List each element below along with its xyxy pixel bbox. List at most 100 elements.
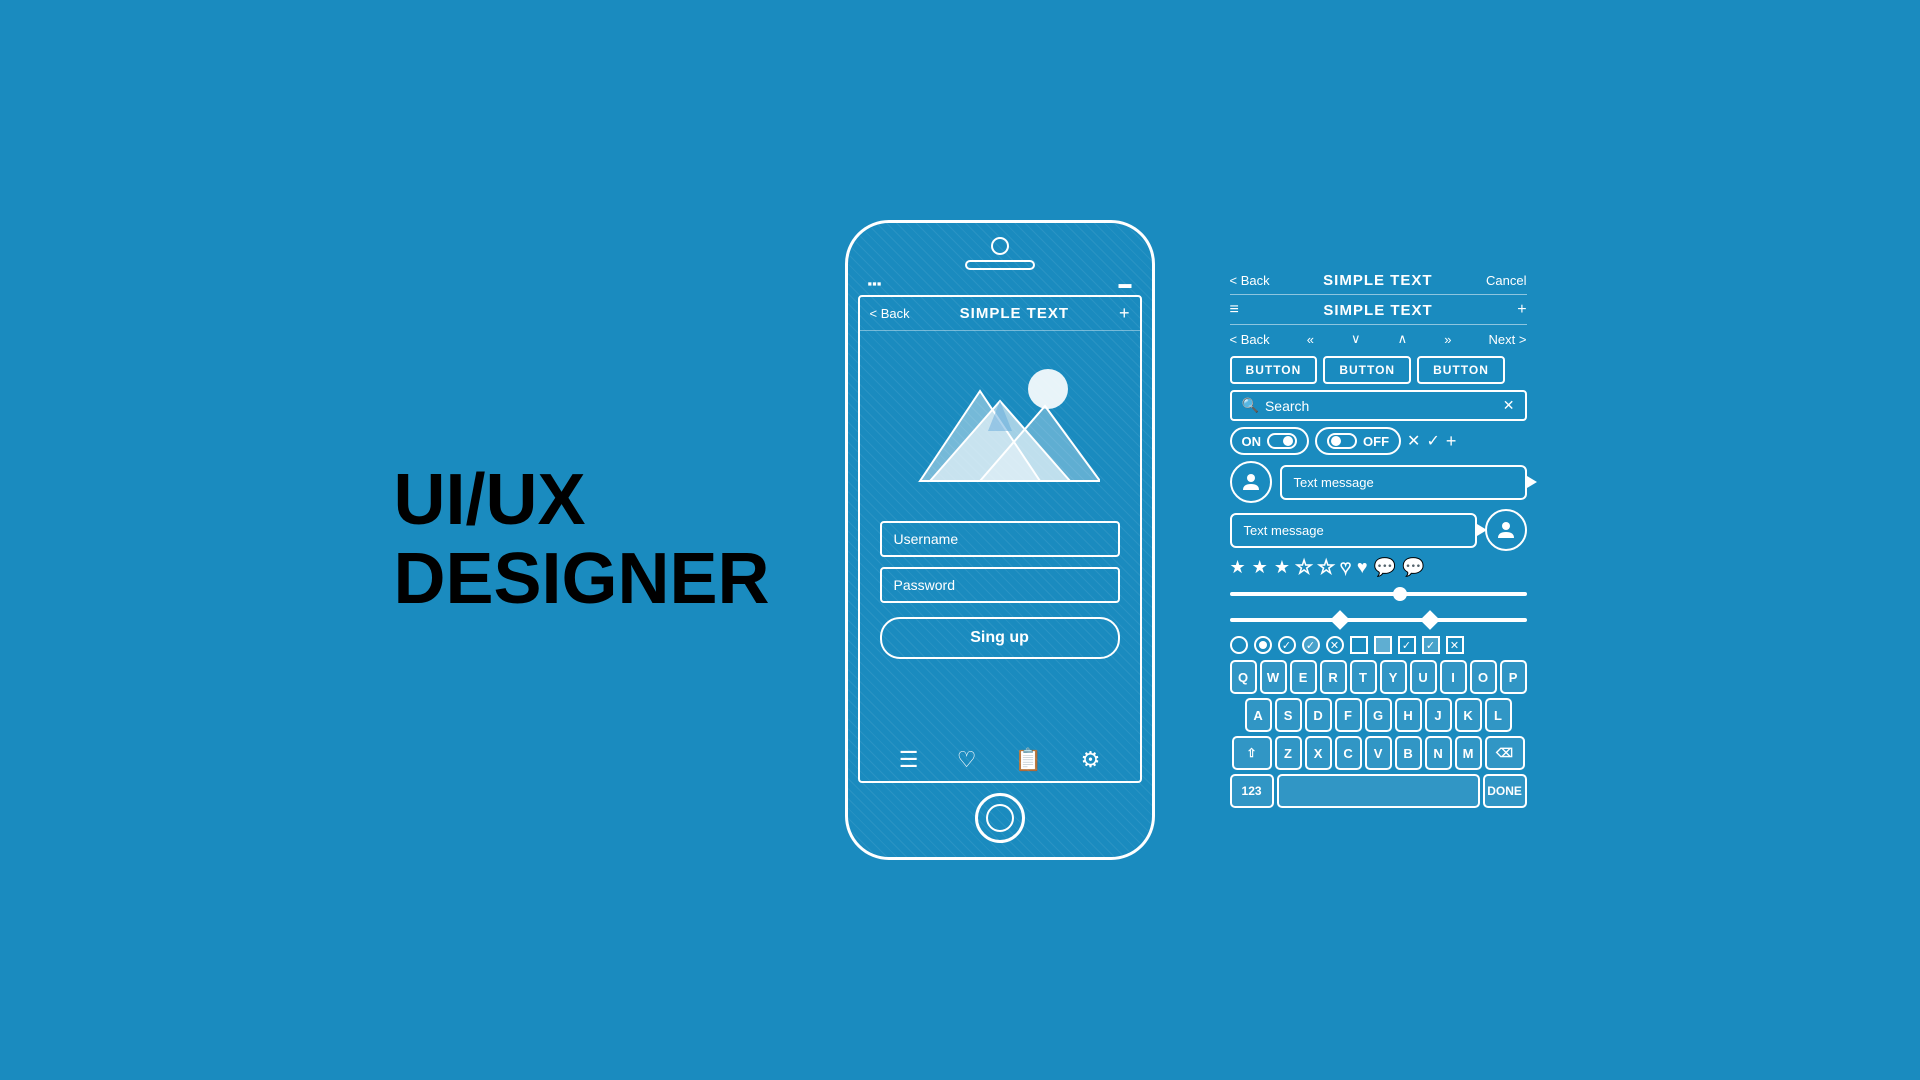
key-i[interactable]: I: [1440, 660, 1467, 694]
notes-icon[interactable]: 📋: [1015, 747, 1042, 773]
kit-search-text: Search: [1265, 398, 1309, 414]
slider-1-thumb[interactable]: [1393, 587, 1407, 601]
key-delete[interactable]: ⌫: [1485, 736, 1525, 770]
key-v[interactable]: V: [1365, 736, 1392, 770]
kit-plus-icon: +: [1446, 431, 1457, 452]
heart-empty-icon[interactable]: ♥: [1340, 557, 1351, 578]
slider-1[interactable]: [1230, 592, 1527, 596]
kit-check-circle[interactable]: ✓: [1278, 636, 1296, 654]
kit-bubble-left[interactable]: Text message: [1230, 513, 1477, 548]
slider-2-thumb-left[interactable]: [1331, 610, 1351, 630]
toggle-on-dot: [1283, 436, 1293, 446]
key-done[interactable]: DONE: [1483, 774, 1527, 808]
key-f[interactable]: F: [1335, 698, 1362, 732]
key-e[interactable]: E: [1290, 660, 1317, 694]
kit-nav2-plus[interactable]: +: [1517, 301, 1526, 319]
kit-button-2[interactable]: BUTTON: [1323, 356, 1411, 384]
phone-signal: ▪▪▪: [868, 276, 882, 291]
slider-2[interactable]: [1230, 618, 1527, 622]
key-g[interactable]: G: [1365, 698, 1392, 732]
phone-home-inner: [986, 804, 1014, 832]
key-o[interactable]: O: [1470, 660, 1497, 694]
star-5[interactable]: ★: [1318, 557, 1334, 578]
key-t[interactable]: T: [1350, 660, 1377, 694]
key-l[interactable]: L: [1485, 698, 1512, 732]
kit-button-3[interactable]: BUTTON: [1417, 356, 1505, 384]
key-c[interactable]: C: [1335, 736, 1362, 770]
key-a[interactable]: A: [1245, 698, 1272, 732]
kit-x-circle[interactable]: ✕: [1326, 636, 1344, 654]
key-w[interactable]: W: [1260, 660, 1287, 694]
phone-screen: < Back SIMPLE TEXT +: [858, 295, 1142, 783]
key-p[interactable]: P: [1500, 660, 1527, 694]
kit-nav3-down[interactable]: ∨: [1351, 331, 1361, 347]
kit-nav3-next[interactable]: Next >: [1489, 332, 1527, 347]
key-k[interactable]: K: [1455, 698, 1482, 732]
kit-nav3-nextnext[interactable]: »: [1444, 332, 1451, 347]
kit-search-clear[interactable]: ✕: [1503, 397, 1515, 414]
kit-checkboxes-row: ✓ ✓ ✕ ✓ ✓ ✕: [1230, 636, 1527, 654]
key-n[interactable]: N: [1425, 736, 1452, 770]
kit-nav3-prevprev[interactable]: «: [1307, 332, 1314, 347]
kit-square-filled[interactable]: [1374, 636, 1392, 654]
kit-toggle-on[interactable]: ON: [1230, 427, 1310, 455]
kit-check-square[interactable]: ✓: [1398, 636, 1416, 654]
key-b[interactable]: B: [1395, 736, 1422, 770]
phone-plus-button[interactable]: +: [1119, 303, 1130, 324]
kit-nav3-up[interactable]: ∧: [1398, 331, 1408, 347]
star-2[interactable]: ★: [1252, 557, 1268, 578]
kit-nav1-back[interactable]: < Back: [1230, 273, 1270, 288]
heart-filled-icon[interactable]: ♥: [1357, 557, 1368, 578]
kit-radio-empty[interactable]: [1230, 636, 1248, 654]
key-space[interactable]: [1277, 774, 1480, 808]
kit-ratings-row: ★ ★ ★ ★ ★ ♥ ♥ 💬 💬: [1230, 557, 1527, 578]
key-y[interactable]: Y: [1380, 660, 1407, 694]
kit-button-1[interactable]: BUTTON: [1230, 356, 1318, 384]
star-1[interactable]: ★: [1230, 557, 1246, 578]
key-z[interactable]: Z: [1275, 736, 1302, 770]
phone-mockup: ▪▪▪ ▬ < Back SIMPLE TEXT +: [845, 220, 1155, 860]
kit-search-bar[interactable]: 🔍 Search ✕: [1230, 390, 1527, 421]
star-4[interactable]: ★: [1296, 557, 1312, 578]
kit-check-square-filled[interactable]: ✓: [1422, 636, 1440, 654]
phone-home-button[interactable]: [975, 793, 1025, 843]
toggle-off-pill: [1327, 433, 1357, 449]
phone-section: ▪▪▪ ▬ < Back SIMPLE TEXT +: [830, 220, 1170, 860]
key-s[interactable]: S: [1275, 698, 1302, 732]
kit-avatar-left: [1230, 461, 1272, 503]
phone-back-button[interactable]: < Back: [870, 306, 910, 321]
kit-check-icon: ✓: [1426, 431, 1439, 451]
key-h[interactable]: H: [1395, 698, 1422, 732]
slider-2-thumb-right[interactable]: [1420, 610, 1440, 630]
key-m[interactable]: M: [1455, 736, 1482, 770]
heart-icon[interactable]: ♡: [957, 747, 977, 773]
kit-message-row2: Text message: [1230, 509, 1527, 551]
kit-nav1-cancel[interactable]: Cancel: [1486, 273, 1526, 288]
kit-toggle-off[interactable]: OFF: [1315, 427, 1401, 455]
settings-icon[interactable]: ⚙: [1081, 747, 1101, 773]
kit-x-icon: ✕: [1407, 431, 1420, 451]
bubble-empty-icon[interactable]: 💬: [1374, 557, 1396, 578]
kit-menu-icon[interactable]: ≡: [1230, 301, 1239, 319]
kit-radio-filled[interactable]: [1254, 636, 1272, 654]
star-3[interactable]: ★: [1274, 557, 1290, 578]
key-123[interactable]: 123: [1230, 774, 1274, 808]
kit-x-square[interactable]: ✕: [1446, 636, 1464, 654]
kit-check-circle-filled[interactable]: ✓: [1302, 636, 1320, 654]
key-u[interactable]: U: [1410, 660, 1437, 694]
kit-nav3-back[interactable]: < Back: [1230, 332, 1270, 347]
key-x[interactable]: X: [1305, 736, 1332, 770]
username-field[interactable]: Username: [880, 521, 1120, 557]
menu-icon[interactable]: ☰: [899, 747, 919, 773]
keyboard-row4: 123 DONE: [1230, 774, 1527, 808]
kit-bubble-right[interactable]: Text message: [1280, 465, 1527, 500]
bubble-filled-icon[interactable]: 💬: [1402, 557, 1424, 578]
key-j[interactable]: J: [1425, 698, 1452, 732]
key-r[interactable]: R: [1320, 660, 1347, 694]
key-shift[interactable]: ⇧: [1232, 736, 1272, 770]
password-field[interactable]: Password: [880, 567, 1120, 603]
key-q[interactable]: Q: [1230, 660, 1257, 694]
signup-button[interactable]: Sing up: [880, 617, 1120, 659]
key-d[interactable]: D: [1305, 698, 1332, 732]
kit-square-empty[interactable]: [1350, 636, 1368, 654]
